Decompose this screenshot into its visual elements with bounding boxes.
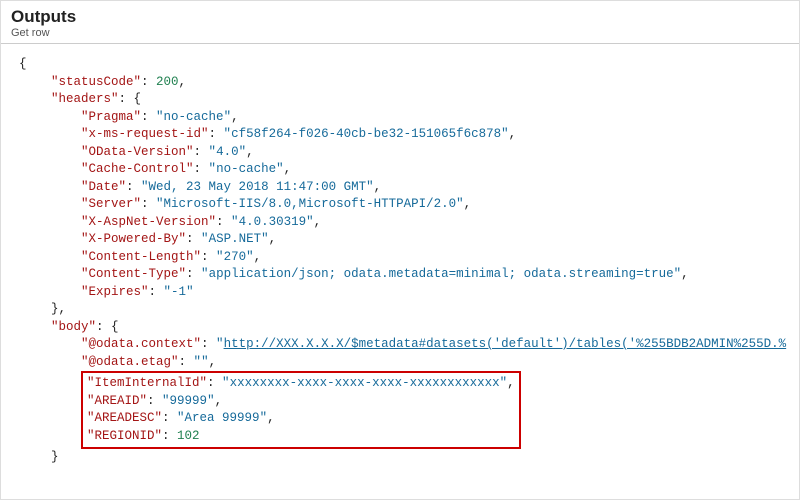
header-pragma: "Pragma": "no-cache", <box>19 109 787 127</box>
header-expires: "Expires": "-1" <box>19 284 787 302</box>
header-server: "Server": "Microsoft-IIS/8.0,Microsoft-H… <box>19 196 787 214</box>
header-content-type: "Content-Type": "application/json; odata… <box>19 266 787 284</box>
body-item-internal-id: "ItemInternalId": "xxxxxxxx-xxxx-xxxx-xx… <box>25 375 515 393</box>
header-x-aspnet-version: "X-AspNet-Version": "4.0.30319", <box>19 214 787 232</box>
highlighted-result-rows: "ItemInternalId": "xxxxxxxx-xxxx-xxxx-xx… <box>81 371 521 449</box>
body-odata-context: "@odata.context": "http://XXX.X.X.X/$met… <box>19 336 787 354</box>
outputs-header: Outputs Get row <box>1 1 799 44</box>
body-odata-etag: "@odata.etag": "", <box>19 354 787 372</box>
odata-context-link[interactable]: http://XXX.X.X.X/$metadata#datasets('def… <box>224 337 787 351</box>
status-code-row: "statusCode": 200, <box>19 74 787 92</box>
body-open: "body": { <box>19 319 787 337</box>
header-odata-version: "OData-Version": "4.0", <box>19 144 787 162</box>
header-x-ms-request-id: "x-ms-request-id": "cf58f264-f026-40cb-b… <box>19 126 787 144</box>
panel-subtitle: Get row <box>11 27 789 39</box>
header-x-powered-by: "X-Powered-By": "ASP.NET", <box>19 231 787 249</box>
header-content-length: "Content-Length": "270", <box>19 249 787 267</box>
header-cache-control: "Cache-Control": "no-cache", <box>19 161 787 179</box>
headers-close: }, <box>19 301 787 319</box>
brace-open: { <box>19 56 787 74</box>
body-close: } <box>19 449 787 467</box>
headers-open: "headers": { <box>19 91 787 109</box>
header-date: "Date": "Wed, 23 May 2018 11:47:00 GMT", <box>19 179 787 197</box>
json-output: { "statusCode": 200, "headers": { "Pragm… <box>1 44 799 479</box>
body-regionid: "REGIONID": 102 <box>25 428 515 446</box>
body-areadesc: "AREADESC": "Area 99999", <box>25 410 515 428</box>
body-areaid: "AREAID": "99999", <box>25 393 515 411</box>
panel-title: Outputs <box>11 7 789 27</box>
